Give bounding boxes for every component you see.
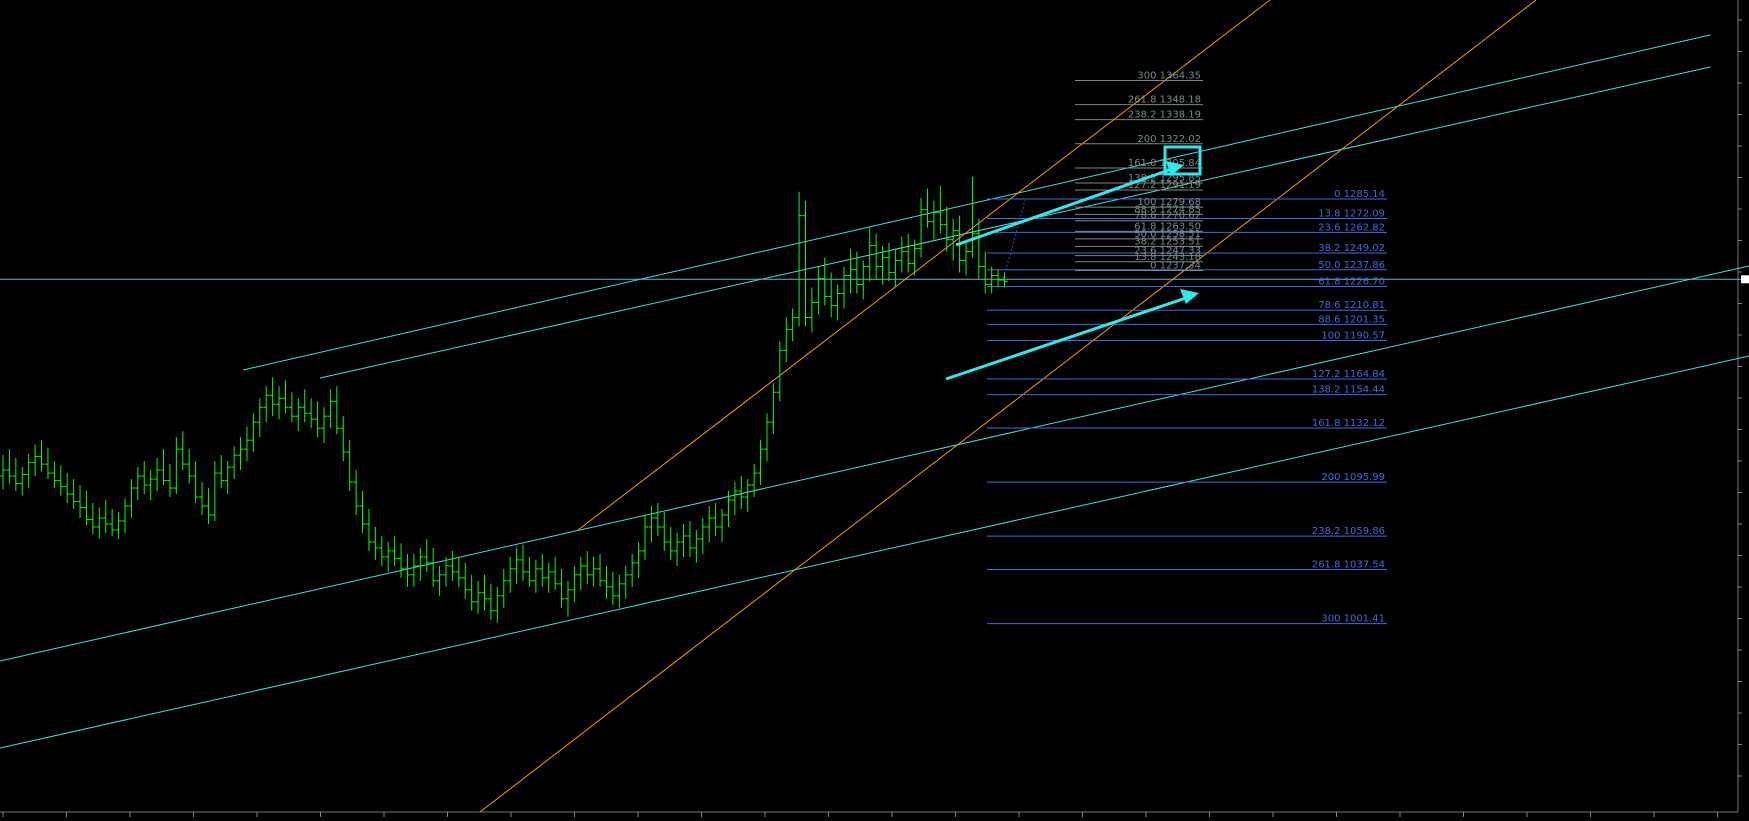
fib-label: 23.6 1262.82 [1318,222,1385,233]
fib-label: 238.2 1059.86 [1312,526,1385,537]
fib-label: 0 1285.14 [1334,189,1385,200]
fib-label: 100 1190.57 [1321,331,1385,342]
fib-label: 300 1001.41 [1321,614,1385,625]
fib-label: 88.6 1201.35 [1318,314,1385,325]
fib-secondary-label: 0 1237.34 [1150,261,1201,272]
fib-label: 50.0 1237.86 [1318,260,1385,271]
fib-secondary-label: 261.8 1348.18 [1128,95,1201,106]
fib-secondary-label: 200 1322.02 [1137,134,1201,145]
fib-label: 61.8 1226.70 [1318,276,1385,287]
fib-label: 138.2 1154.44 [1312,385,1385,396]
fib-secondary-label: 238.2 1338.19 [1128,110,1201,121]
fib-label: 127.2 1164.84 [1312,369,1385,380]
chart-background [0,0,1749,821]
fib-label: 261.8 1037.54 [1312,560,1385,571]
fib-label: 161.8 1132.12 [1312,418,1385,429]
fib-secondary-label: 78.6 1270.62 [1134,211,1201,222]
fib-secondary-label: 300 1364.35 [1137,70,1201,81]
price-chart[interactable]: 0 1285.14 13.8 1272.09 23.6 1262.82 38.2 12… [0,0,1749,821]
fib-label: 78.6 1210.81 [1318,300,1385,311]
fib-label: 200 1095.99 [1321,472,1385,483]
fib-label: 13.8 1272.09 [1318,209,1385,220]
fib-label: 38.2 1249.02 [1318,243,1385,254]
current-price-marker [1741,275,1749,284]
